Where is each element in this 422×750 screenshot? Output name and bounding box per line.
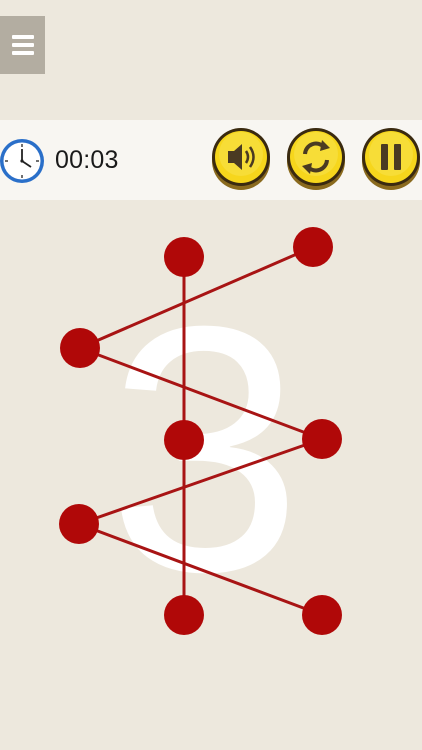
dot-node[interactable] (302, 595, 342, 635)
dot-node[interactable] (164, 420, 204, 460)
dot-node[interactable] (302, 419, 342, 459)
dot-node[interactable] (164, 595, 204, 635)
dot-node[interactable] (293, 227, 333, 267)
dot-node[interactable] (60, 328, 100, 368)
dot-node[interactable] (59, 504, 99, 544)
dot-node[interactable] (164, 237, 204, 277)
level-number: 3 (108, 254, 303, 645)
game-board: 3 (59, 227, 342, 645)
